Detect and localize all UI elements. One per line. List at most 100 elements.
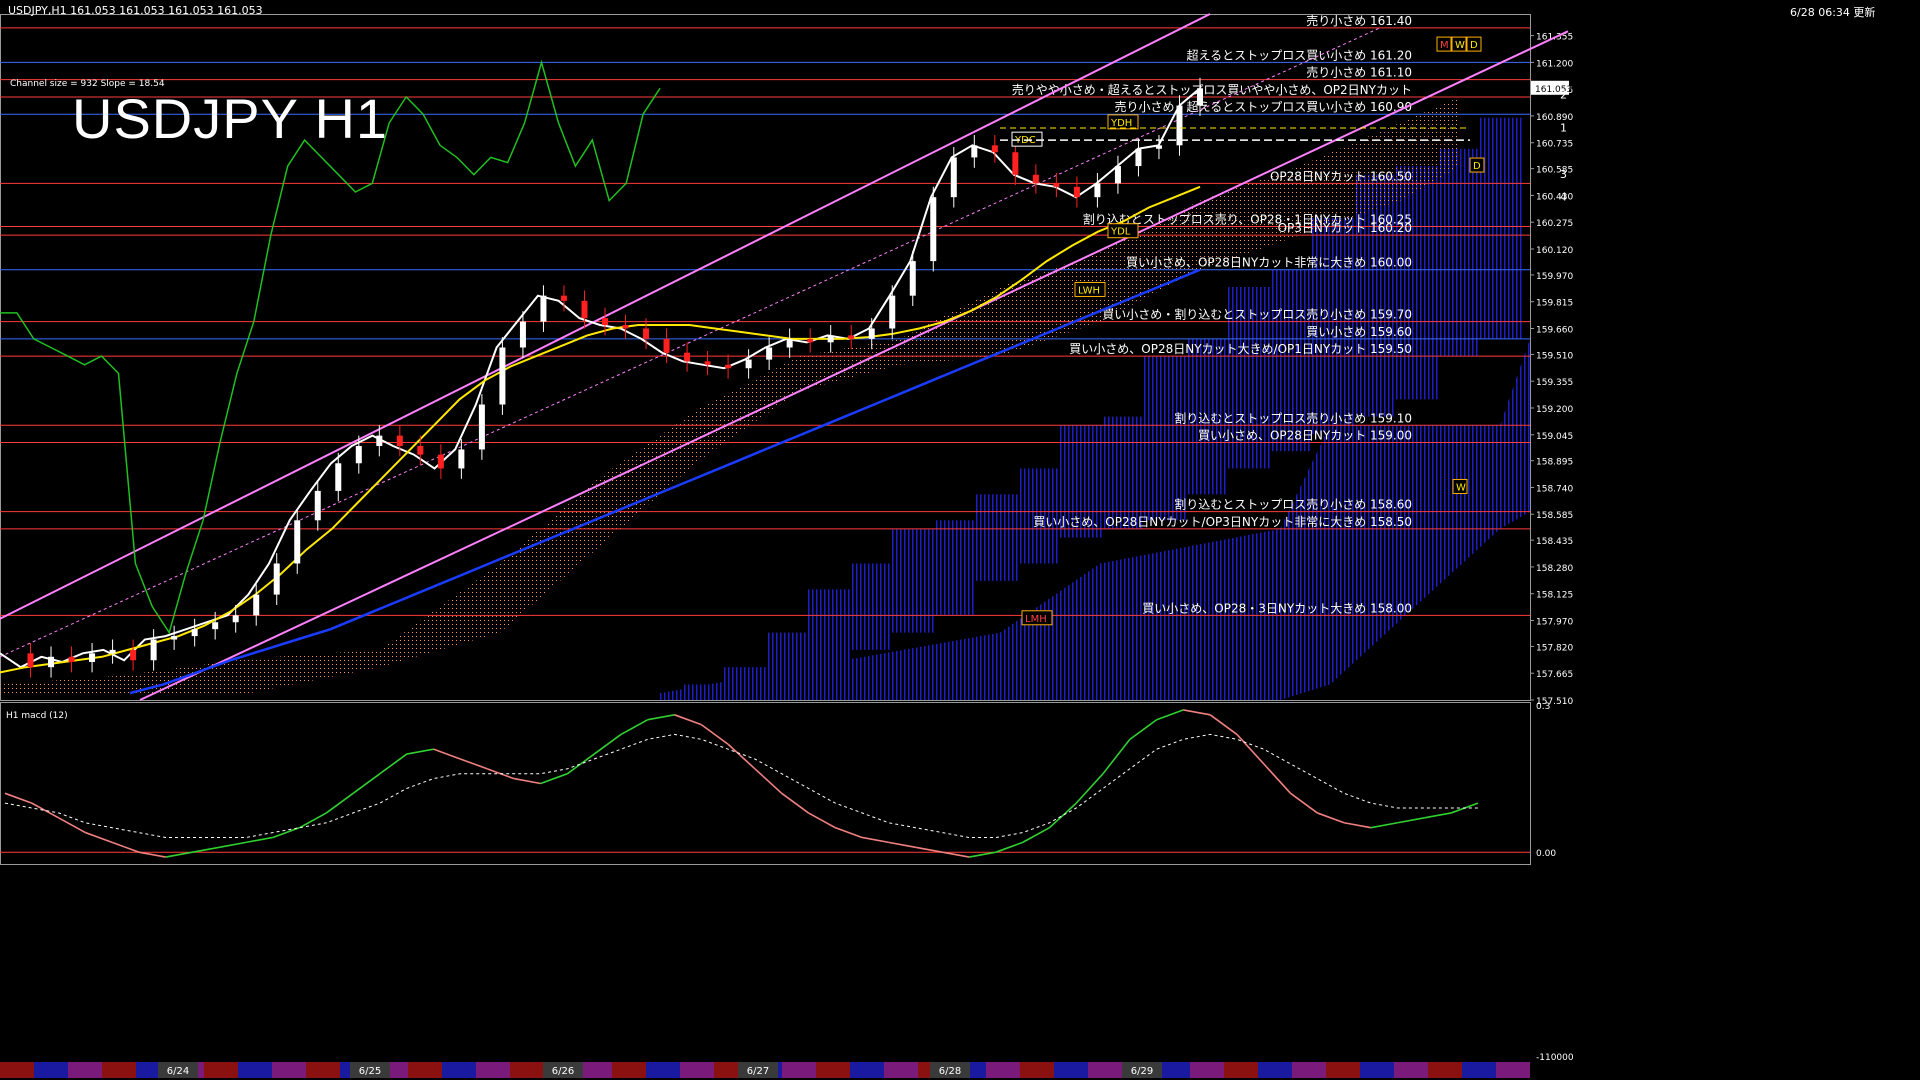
level-label: 買い小さめ、OP28日NYカット 159.00 bbox=[1198, 429, 1412, 443]
macd-line-segment bbox=[969, 851, 997, 858]
macd-line-segment bbox=[1102, 738, 1131, 775]
level-label: OP3日NYカット 160.20 bbox=[1278, 221, 1412, 235]
macd-line-segment bbox=[352, 773, 381, 794]
y-tick-label: 159.355 bbox=[1536, 378, 1573, 388]
candle-body bbox=[417, 445, 424, 455]
macd-line-segment bbox=[1397, 817, 1425, 824]
cloud-segment bbox=[1330, 425, 1500, 685]
macd-line-segment bbox=[834, 826, 863, 839]
cloud-segment bbox=[892, 528, 934, 633]
cloud-segment bbox=[1500, 338, 1530, 529]
event-label: M bbox=[1440, 40, 1449, 51]
macd-line-segment bbox=[1370, 821, 1398, 829]
macd-line-segment bbox=[4, 792, 33, 804]
cloud-segment bbox=[250, 649, 380, 694]
candle-body bbox=[314, 490, 321, 521]
date-bar-segment bbox=[1496, 1062, 1530, 1078]
cloud-segment bbox=[900, 287, 1000, 365]
window-title: USDJPY,H1 161.053 161.053 161.053 161.05… bbox=[8, 4, 263, 17]
y-tick-label: 160.890 bbox=[1536, 113, 1573, 123]
cloud-segment bbox=[0, 675, 120, 694]
macd-line-segment bbox=[995, 841, 1023, 853]
candle-body bbox=[745, 359, 752, 369]
ma-mid-line bbox=[0, 185, 1201, 674]
macd-line-segment bbox=[245, 836, 273, 844]
macd-signal-line bbox=[4, 733, 1478, 838]
date-bar-segment bbox=[1224, 1062, 1258, 1078]
date-tick-label: 6/28 bbox=[939, 1066, 961, 1077]
cloud-segment bbox=[976, 494, 1018, 581]
cloud-segment bbox=[700, 356, 800, 460]
date-bar-segment bbox=[578, 1062, 612, 1078]
channel-label: 4 bbox=[1560, 191, 1567, 204]
level-label: 買い小さめ、OP28・3日NYカット大きめ 158.00 bbox=[1142, 601, 1412, 615]
candle-body bbox=[1155, 145, 1162, 149]
date-bar-segment bbox=[1394, 1062, 1428, 1078]
y-tick-label: 159.200 bbox=[1536, 405, 1573, 415]
macd-line-segment bbox=[942, 851, 970, 858]
macd-line-segment bbox=[111, 841, 140, 853]
date-bar-segment bbox=[884, 1062, 918, 1078]
date-bar-segment bbox=[1054, 1062, 1088, 1078]
candle-body bbox=[273, 563, 280, 595]
date-bar-segment bbox=[0, 1062, 34, 1078]
candle-body bbox=[684, 352, 691, 362]
y-tick-label: 159.045 bbox=[1536, 432, 1573, 442]
event-label: LWH bbox=[1078, 285, 1100, 296]
date-bar-segment bbox=[204, 1062, 238, 1078]
date-bar-segment bbox=[1258, 1062, 1292, 1078]
y-tick-label: 158.895 bbox=[1536, 458, 1573, 468]
macd-line-segment bbox=[754, 768, 783, 794]
macd-line-segment bbox=[1424, 812, 1452, 819]
y-tick-label: 160.120 bbox=[1536, 246, 1573, 256]
y-tick-label: 159.510 bbox=[1536, 351, 1573, 361]
cloud-segment bbox=[1000, 252, 1100, 357]
date-bar-segment bbox=[1292, 1062, 1326, 1078]
y-tick-label: 161.200 bbox=[1536, 59, 1573, 69]
level-label: 買い小さめ、OP28日NYカット非常に大きめ 160.00 bbox=[1126, 256, 1412, 270]
candle-body bbox=[212, 622, 219, 630]
update-timestamp: 6/28 06:34 更新 bbox=[1790, 6, 1876, 19]
channel-label: 2 bbox=[1560, 89, 1567, 102]
date-tick-label: 6/27 bbox=[747, 1066, 769, 1077]
macd-line-segment bbox=[540, 772, 568, 785]
candle-body bbox=[602, 318, 608, 326]
level-label: 売り小さめ・超えるとストップロス買い小さめ 160.90 bbox=[1115, 99, 1412, 114]
candle-body bbox=[519, 321, 526, 348]
cloud-segment bbox=[1480, 117, 1522, 339]
macd-line-segment bbox=[460, 758, 488, 770]
cloud-segment bbox=[1000, 563, 1100, 700]
candle-body bbox=[396, 435, 403, 446]
candle-body bbox=[355, 445, 362, 464]
macd-line-segment bbox=[379, 753, 408, 775]
macd-line-segment bbox=[1156, 709, 1184, 721]
cloud-segment bbox=[1396, 166, 1438, 400]
date-bar-segment bbox=[782, 1062, 816, 1078]
candle-body bbox=[1053, 183, 1060, 187]
macd-line-segment bbox=[808, 812, 836, 829]
date-bar-segment bbox=[306, 1062, 340, 1078]
level-label: 売り小さめ 161.10 bbox=[1306, 65, 1412, 80]
candle-body bbox=[130, 649, 137, 661]
candle-body bbox=[1176, 105, 1183, 146]
macd-y-tick-label: -110000 bbox=[1536, 1053, 1574, 1063]
candle-body bbox=[48, 656, 55, 668]
y-tick-label: 157.820 bbox=[1536, 643, 1573, 653]
y-tick-label: 158.435 bbox=[1536, 537, 1573, 547]
date-bar-segment bbox=[68, 1062, 102, 1078]
candle-body bbox=[704, 361, 711, 365]
date-bar-segment bbox=[510, 1062, 544, 1078]
date-bar-segment bbox=[34, 1062, 68, 1078]
macd-line-segment bbox=[727, 743, 756, 770]
date-bar-segment bbox=[102, 1062, 136, 1078]
cloud-segment bbox=[1280, 425, 1330, 700]
y-tick-label: 159.815 bbox=[1536, 299, 1573, 309]
candle-body bbox=[171, 636, 178, 640]
date-bar-segment bbox=[238, 1062, 272, 1078]
candle-body bbox=[868, 328, 875, 339]
event-label: W bbox=[1456, 482, 1466, 493]
date-bar-segment bbox=[680, 1062, 714, 1078]
candle-body bbox=[150, 639, 157, 661]
candle-body bbox=[478, 404, 485, 450]
macd-line-segment bbox=[1343, 821, 1372, 829]
